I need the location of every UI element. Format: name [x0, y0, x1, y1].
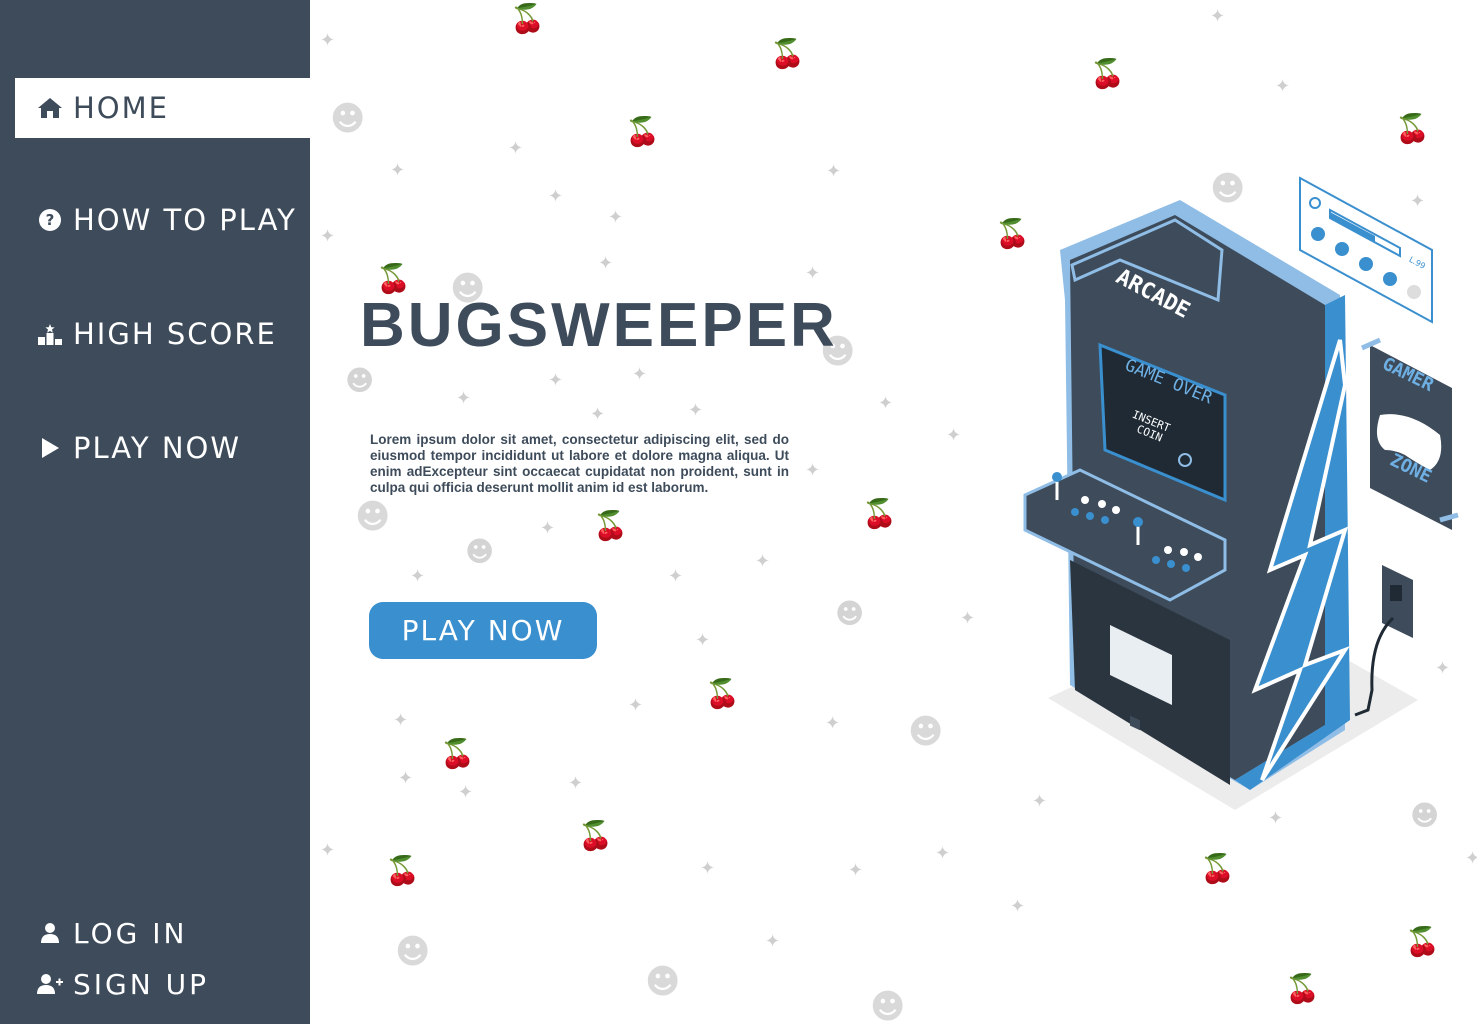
cherry-icon: 🍒 — [770, 37, 805, 70]
devil-icon: ☻ — [645, 962, 681, 1002]
sparkle-icon: ✦ — [668, 566, 684, 587]
sparkle-icon: ✦ — [755, 551, 771, 572]
home-icon — [37, 95, 63, 121]
devil-icon: ☻ — [345, 364, 375, 397]
sparkle-icon: ✦ — [700, 858, 716, 879]
sparkle-icon: ✦ — [456, 388, 472, 409]
sidebar-item-label: HOME — [73, 91, 169, 125]
sparkle-icon: ✦ — [695, 630, 711, 651]
devil-icon: ☻ — [870, 987, 906, 1024]
cherry-icon: 🍒 — [1395, 112, 1430, 145]
cherry-icon: 🍒 — [1200, 852, 1235, 885]
sparkle-icon: ✦ — [935, 843, 951, 864]
question-circle-icon: ? — [37, 207, 63, 233]
user-plus-icon — [37, 971, 63, 997]
sparkle-icon: ✦ — [1275, 76, 1291, 97]
sidebar-item-label: HIGH SCORE — [73, 317, 277, 351]
play-now-button[interactable]: PLAY NOW — [369, 602, 597, 659]
sidebar-item-label: PLAY NOW — [73, 431, 242, 465]
login-label: LOG IN — [73, 916, 188, 950]
sparkle-icon: ✦ — [398, 768, 414, 789]
sparkle-icon: ✦ — [826, 161, 842, 182]
sidebar-item-how-to-play[interactable]: ? HOW TO PLAY — [15, 190, 310, 250]
signup-label: SIGN UP — [73, 967, 209, 1001]
sparkle-icon: ✦ — [805, 460, 821, 481]
sidebar-item-home[interactable]: HOME — [15, 78, 310, 138]
cherry-icon: 🍒 — [1090, 57, 1125, 90]
devil-icon: ☻ — [395, 932, 431, 972]
play-icon — [37, 435, 63, 461]
page-title: BUGSWEEPER — [360, 291, 838, 360]
sparkle-icon: ✦ — [320, 840, 336, 861]
sparkle-icon: ✦ — [825, 713, 841, 734]
cherry-icon: 🍒 — [376, 262, 411, 295]
devil-icon: ☻ — [465, 535, 495, 568]
sidebar: HOME ? HOW TO PLAY HIGH SCORE PLAY NOW L… — [0, 0, 310, 1024]
sparkle-icon: ✦ — [393, 710, 409, 731]
sparkle-icon: ✦ — [410, 566, 426, 587]
signup-link[interactable]: SIGN UP — [15, 954, 310, 1014]
sparkle-icon: ✦ — [688, 400, 704, 421]
arcade-illustration: ARCADE GAME OVER INSERT COIN L.99 GAMER … — [1000, 170, 1470, 820]
sparkle-icon: ✦ — [1010, 896, 1026, 917]
sparkle-icon: ✦ — [390, 160, 406, 181]
sparkle-icon: ✦ — [608, 207, 624, 228]
sparkle-icon: ✦ — [960, 608, 976, 629]
sparkle-icon: ✦ — [1465, 848, 1477, 869]
devil-icon: ☻ — [355, 497, 391, 537]
devil-icon: ☻ — [330, 99, 366, 139]
cherry-icon: 🍒 — [625, 115, 660, 148]
sparkle-icon: ✦ — [548, 186, 564, 207]
cherry-icon: 🍒 — [385, 854, 420, 887]
gamer-zone-poster: GAMER ZONE — [1360, 337, 1459, 530]
user-icon — [37, 920, 63, 946]
sparkle-icon: ✦ — [628, 695, 644, 716]
cherry-icon: 🍒 — [862, 497, 897, 530]
sparkle-icon: ✦ — [946, 425, 962, 446]
sparkle-icon: ✦ — [568, 773, 584, 794]
cherry-icon: 🍒 — [578, 819, 613, 852]
cherry-icon: 🍒 — [1405, 925, 1440, 958]
cherry-icon: 🍒 — [705, 677, 740, 710]
sparkle-icon: ✦ — [805, 263, 821, 284]
sparkle-icon: ✦ — [598, 253, 614, 274]
sparkle-icon: ✦ — [548, 370, 564, 391]
sidebar-item-high-score[interactable]: HIGH SCORE — [15, 304, 310, 364]
cherry-icon: 🍒 — [510, 2, 545, 35]
sparkle-icon: ✦ — [590, 404, 606, 425]
sparkle-icon: ✦ — [765, 931, 781, 952]
cherry-icon: 🍒 — [1285, 972, 1320, 1005]
svg-text:?: ? — [46, 211, 55, 229]
description-text: Lorem ipsum dolor sit amet, consectetur … — [370, 432, 789, 495]
sparkle-icon: ✦ — [1210, 6, 1226, 27]
sparkle-icon: ✦ — [320, 226, 336, 247]
sparkle-icon: ✦ — [458, 782, 474, 803]
sparkle-icon: ✦ — [848, 860, 864, 881]
sparkle-icon: ✦ — [508, 138, 524, 159]
cherry-icon: 🍒 — [440, 737, 475, 770]
devil-icon: ☻ — [835, 597, 865, 630]
sparkle-icon: ✦ — [320, 30, 336, 51]
sidebar-item-label: HOW TO PLAY — [73, 203, 297, 237]
sparkle-icon: ✦ — [540, 518, 556, 539]
cherry-icon: 🍒 — [593, 509, 628, 542]
devil-icon: ☻ — [908, 712, 944, 752]
sparkle-icon: ✦ — [878, 393, 894, 414]
sparkle-icon: ✦ — [632, 364, 648, 385]
sidebar-item-play-now[interactable]: PLAY NOW — [15, 418, 310, 478]
podium-icon — [37, 321, 63, 347]
